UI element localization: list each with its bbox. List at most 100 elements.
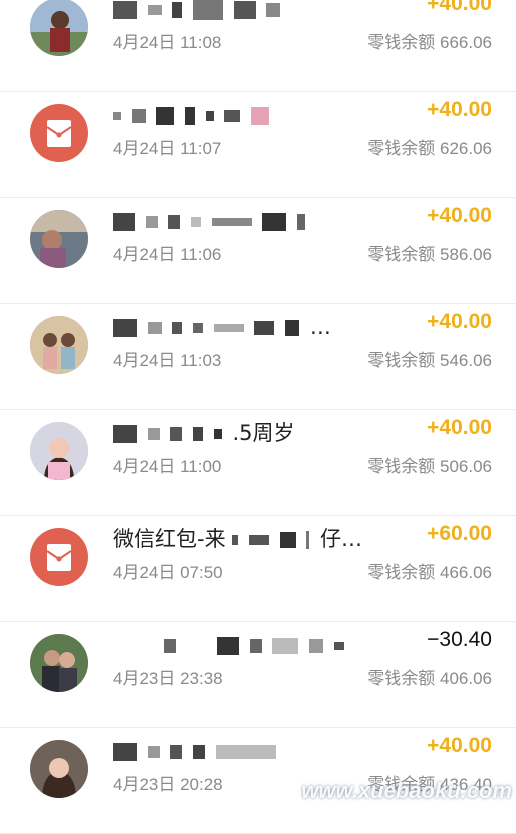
redacted-text [156, 107, 175, 125]
user-photo-avatar [30, 210, 88, 268]
redacted-text [172, 2, 183, 18]
redacted-text [224, 110, 241, 122]
transaction-row[interactable]: .5周岁 4月24日 11:00 +40.00 零钱余额 506.06 [0, 410, 516, 516]
redacted-text [131, 109, 146, 123]
wallet-balance: 零钱余额 546.06 [367, 351, 492, 370]
redacted-text [147, 428, 160, 440]
transaction-amount: +40.00 [427, 0, 492, 15]
redacted-text [170, 427, 183, 441]
title-text: 仔… [320, 527, 363, 551]
redacted-text [185, 107, 196, 125]
transaction-title [113, 100, 273, 130]
redacted-text [145, 216, 158, 228]
user-photo-avatar [30, 740, 88, 798]
redacted-text [262, 213, 287, 231]
redacted-text [193, 745, 206, 759]
redacted-text [172, 322, 183, 334]
transaction-amount: +60.00 [427, 522, 492, 545]
transaction-title: … [113, 312, 331, 342]
redacted-text [147, 746, 160, 758]
wallet-balance: 零钱余额 626.06 [367, 139, 492, 158]
wallet-balance: 零钱余额 466.06 [367, 563, 492, 582]
redacted-text [193, 0, 224, 20]
redacted-text [272, 638, 299, 654]
transaction-title [113, 206, 309, 236]
user-photo-avatar [30, 634, 88, 692]
transaction-amount: +40.00 [427, 734, 492, 757]
redacted-text [168, 215, 181, 229]
transaction-row[interactable]: 4月24日 11:08 +40.00 零钱余额 666.06 [0, 0, 516, 92]
title-prefix: 微信红包-来 [113, 527, 226, 551]
redacted-text [163, 639, 176, 653]
redacted-text [113, 213, 135, 231]
redacted-text [113, 319, 137, 337]
wallet-balance: 零钱余额 406.06 [367, 669, 492, 688]
redacted-text [285, 320, 300, 336]
redacted-text [233, 1, 256, 19]
redacted-text [113, 112, 121, 120]
transaction-title: 微信红包-来 仔… [113, 524, 362, 554]
transaction-amount: +40.00 [427, 98, 492, 121]
redacted-text [333, 642, 344, 650]
redacted-text [193, 427, 204, 441]
redacted-text [279, 532, 296, 548]
transaction-row[interactable]: 4月24日 11:06 +40.00 零钱余额 586.06 [0, 198, 516, 304]
transaction-time: 4月24日 11:00 [113, 457, 222, 476]
transaction-list: 4月24日 11:08 +40.00 零钱余额 666.06 4月24日 11:… [0, 0, 516, 834]
redacted-text [147, 322, 162, 334]
transaction-amount: −30.40 [427, 628, 492, 651]
redacted-text [186, 645, 206, 647]
redacted-text [170, 745, 183, 759]
transaction-time: 4月23日 20:28 [113, 775, 223, 794]
redacted-text [113, 645, 153, 647]
redacted-text [205, 111, 214, 121]
transaction-row[interactable]: 微信红包-来 仔… 4月24日 07:50 +60.00 零钱余额 466.06 [0, 516, 516, 622]
user-photo-avatar [30, 0, 88, 56]
user-photo-avatar [30, 422, 88, 480]
redacted-text [113, 425, 137, 443]
transaction-title [113, 736, 280, 766]
wallet-balance: 零钱余额 666.06 [367, 33, 492, 52]
redacted-text [113, 743, 137, 761]
red-packet-icon [30, 528, 88, 586]
title-text: … [309, 315, 331, 339]
redacted-text [251, 107, 270, 125]
transaction-title [113, 0, 284, 24]
redacted-text [266, 3, 281, 17]
red-packet-icon [30, 104, 88, 162]
redacted-text [306, 531, 310, 549]
transaction-amount: +40.00 [427, 310, 492, 333]
redacted-text [213, 429, 222, 439]
redacted-text [193, 323, 204, 333]
redacted-text [297, 214, 306, 230]
transaction-time: 4月24日 07:50 [113, 563, 223, 582]
redacted-text [254, 321, 275, 335]
transaction-title: .5周岁 [113, 418, 294, 448]
transaction-row[interactable]: 4月23日 23:38 −30.40 零钱余额 406.06 [0, 622, 516, 728]
title-text: .5周岁 [232, 421, 295, 445]
transaction-time: 4月24日 11:08 [113, 33, 222, 52]
transaction-time: 4月24日 11:03 [113, 351, 222, 370]
redacted-text [211, 218, 252, 226]
transaction-amount: +40.00 [427, 204, 492, 227]
redacted-text [232, 535, 239, 545]
redacted-text [215, 745, 276, 759]
transaction-row[interactable]: … 4月24日 11:03 +40.00 零钱余额 546.06 [0, 304, 516, 410]
transaction-amount: +40.00 [427, 416, 492, 439]
transaction-title [113, 630, 348, 660]
redacted-text [113, 1, 137, 19]
user-photo-avatar [30, 316, 88, 374]
redacted-text [217, 637, 240, 655]
redacted-text [147, 5, 162, 15]
redacted-text [213, 324, 244, 332]
redacted-text [248, 535, 269, 545]
redacted-text [191, 217, 202, 227]
wallet-balance: 零钱余额 506.06 [367, 457, 492, 476]
wallet-balance: 零钱余额 586.06 [367, 245, 492, 264]
transaction-row[interactable]: 4月24日 11:07 +40.00 零钱余额 626.06 [0, 92, 516, 198]
transaction-time: 4月23日 23:38 [113, 669, 223, 688]
redacted-text [309, 639, 324, 653]
transaction-time: 4月24日 11:07 [113, 139, 222, 158]
site-watermark: www.xuebaoku.com [301, 778, 512, 803]
redacted-text [249, 639, 262, 653]
